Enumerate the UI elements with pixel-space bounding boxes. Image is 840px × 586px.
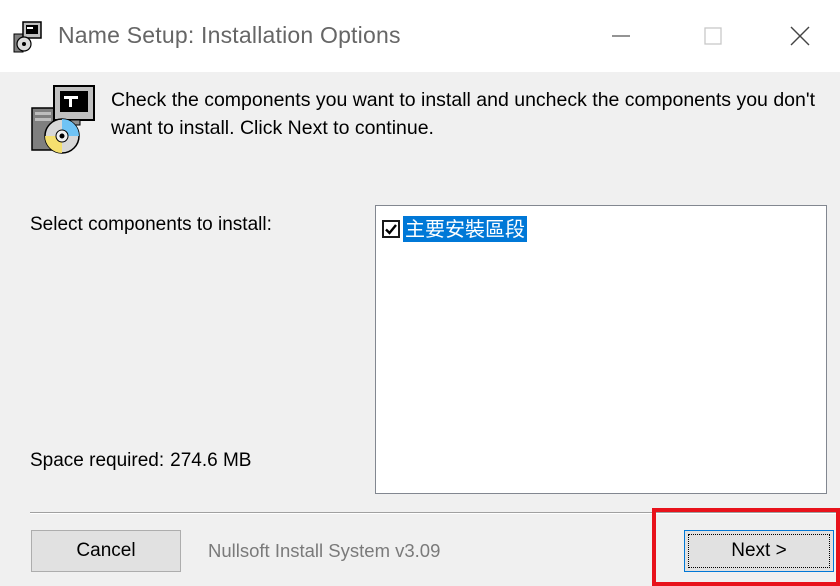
maximize-button[interactable] [668,0,758,72]
space-required-value: 274.6 MB [170,450,252,471]
minimize-button[interactable] [576,0,666,72]
installer-icon [13,21,42,53]
cancel-button[interactable]: Cancel [31,530,181,572]
component-label[interactable]: 主要安裝區段 [403,216,527,242]
title-bar: Name Setup: Installation Options [0,0,840,72]
checkbox-checked-icon [385,224,397,235]
components-tree[interactable]: 主要安裝區段 [375,205,827,494]
cancel-button-label: Cancel [76,540,136,561]
window-title: Name Setup: Installation Options [58,22,401,48]
branding-text: Nullsoft Install System v3.09 [208,540,441,561]
component-item[interactable]: 主要安裝區段 [382,216,527,242]
minimize-icon [612,35,630,37]
installer-disc-icon [31,85,95,154]
focus-ring [688,534,830,568]
close-icon [790,26,810,46]
close-button[interactable] [755,0,840,72]
component-checkbox[interactable] [382,220,400,238]
footer-separator [30,512,840,514]
select-components-label: Select components to install: [30,214,272,235]
next-button[interactable]: Next > [684,530,834,572]
maximize-icon [704,27,722,45]
space-required-text: Space required: [30,450,165,471]
space-required-label: Space required: 274.6 MB [30,450,251,472]
header-description: Check the components you want to install… [111,89,815,139]
